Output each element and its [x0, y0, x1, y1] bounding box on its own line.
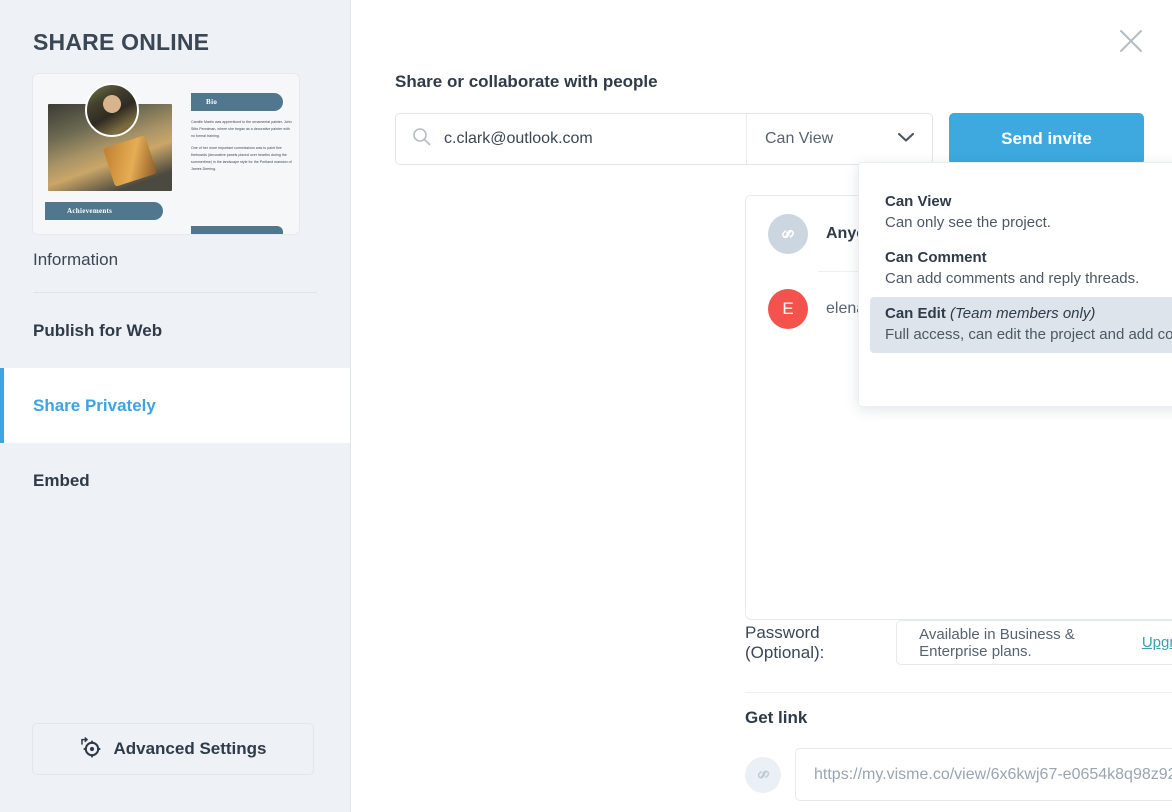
chevron-down-icon — [897, 130, 915, 148]
link-icon — [745, 756, 781, 793]
main-panel: Share or collaborate with people Can Vie… — [351, 0, 1172, 812]
dropdown-option-description: Can only see the project. — [885, 214, 1051, 231]
password-label: Password (Optional): — [745, 622, 825, 662]
permission-dropdown-menu: Can View Can only see the project. Can C… — [858, 162, 1172, 407]
send-invite-button[interactable]: Send invite — [949, 113, 1144, 165]
email-input[interactable] — [444, 130, 746, 148]
sidebar-item-publish-for-web[interactable]: Publish for Web — [0, 293, 350, 368]
avatar: E — [768, 288, 808, 329]
close-icon[interactable] — [1116, 26, 1146, 56]
dropdown-option-title: Can Edit (Team members only) — [885, 305, 1172, 322]
dropdown-option-can-view[interactable]: Can View Can only see the project. — [859, 185, 1172, 241]
thumbnail-bio-paragraph-1: Camille Martin was apprenticed to the or… — [191, 120, 292, 138]
sidebar-information-label: Information — [33, 250, 119, 269]
sidebar-item-share-privately[interactable]: Share Privately — [0, 368, 350, 443]
sidebar-item-label: Embed — [33, 470, 90, 490]
advanced-settings-label: Advanced Settings — [113, 739, 267, 758]
share-online-dialog: SHARE ONLINE Bio Camille Martin was appr… — [0, 0, 1172, 812]
thumbnail-bottom-bar — [191, 226, 283, 234]
dropdown-option-title: Can Comment — [885, 249, 987, 266]
dropdown-option-can-comment[interactable]: Can Comment Can add comments and reply t… — [859, 241, 1172, 297]
invite-permission-dropdown[interactable]: Can View — [746, 114, 932, 164]
password-notice-text: Available in Business & Enterprise plans… — [919, 625, 1075, 660]
invite-permission-value: Can View — [765, 130, 834, 147]
thumbnail-portrait-avatar — [85, 83, 139, 137]
link-icon — [768, 213, 808, 254]
invite-input-wrap — [396, 127, 746, 151]
thumbnail-achievements-heading: Achievements — [45, 202, 163, 220]
page-title: Share or collaborate with people — [395, 72, 658, 91]
share-url-value: https://my.visme.co/view/6x6kwj67-e0654k… — [814, 765, 1172, 783]
advanced-settings-button[interactable]: Advanced Settings — [32, 723, 314, 775]
sidebar-item-label: Share Privately — [33, 395, 156, 415]
thumbnail-bio-heading: Bio — [191, 93, 283, 111]
dropdown-option-title: Can View — [885, 193, 952, 210]
search-icon — [412, 127, 431, 151]
password-notice-box: Available in Business & Enterprise plans… — [896, 620, 1172, 665]
sidebar-item-embed[interactable]: Embed — [0, 443, 350, 518]
dropdown-option-description: Can add comments and reply threads. — [885, 270, 1140, 287]
thumbnail-bio-paragraph-2: One of her more important commissions wa… — [191, 146, 292, 171]
section-divider — [745, 692, 1172, 693]
dropdown-option-description: Full access, can edit the project and ad… — [885, 326, 1172, 343]
thumbnail-bio-text: Camille Martin was apprenticed to the or… — [191, 119, 293, 178]
password-row: Password (Optional): Available in Busine… — [745, 620, 1172, 665]
settings-gear-icon — [79, 736, 102, 763]
upgrade-link[interactable]: Upgrade — [1142, 634, 1172, 651]
dropdown-option-can-edit[interactable]: Can Edit (Team members only) Full access… — [870, 297, 1172, 353]
sidebar-item-label: Publish for Web — [33, 320, 163, 340]
sidebar-title: SHARE ONLINE — [33, 29, 210, 55]
dropdown-option-note: (Team members only) — [950, 305, 1096, 322]
project-thumbnail[interactable]: Bio Camille Martin was apprenticed to th… — [33, 74, 299, 234]
get-link-row: https://my.visme.co/view/6x6kwj67-e0654k… — [745, 748, 1172, 801]
thumbnail-content: Bio Camille Martin was apprenticed to th… — [39, 81, 293, 234]
dropdown-option-title-text: Can Edit — [885, 305, 946, 322]
share-url-text: https://my.visme.co/view/6x6kwj67-e0654k… — [814, 766, 1172, 784]
invite-row: Can View Send invite — [395, 113, 1144, 165]
get-link-title: Get link — [745, 708, 808, 727]
share-url-field[interactable]: https://my.visme.co/view/6x6kwj67-e0654k… — [795, 748, 1172, 801]
invite-field: Can View — [395, 113, 933, 165]
sidebar: SHARE ONLINE Bio Camille Martin was appr… — [0, 0, 351, 812]
thumbnail-achievements-heading-text: Achievements — [67, 207, 113, 215]
thumbnail-bio-heading-text: Bio — [206, 98, 218, 106]
